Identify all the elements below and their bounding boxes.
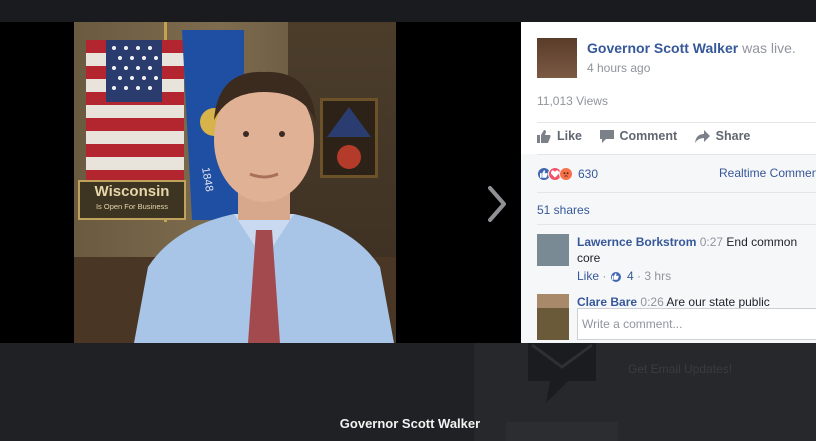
video-stage: 1848 Wisconsin Is Open For Business <box>0 22 521 343</box>
comment-video-time[interactable]: 0:27 <box>700 235 723 249</box>
post-author-line: Governor Scott Walker was live. <box>587 40 796 56</box>
comment-age[interactable]: 3 hrs <box>644 269 671 283</box>
post-timestamp[interactable]: 4 hours ago <box>587 61 650 75</box>
video-player[interactable]: 1848 Wisconsin Is Open For Business <box>74 22 396 343</box>
comment-like-button[interactable]: Like <box>577 269 599 283</box>
post-status-text: was live. <box>742 40 796 56</box>
avatar <box>537 308 569 340</box>
comment-label: Comment <box>619 129 678 143</box>
thumbs-up-icon <box>537 129 551 143</box>
comment-meta: Like · 4 · 3 hrs <box>577 269 672 283</box>
post-side-panel: Governor Scott Walker was live. 4 hours … <box>521 22 816 343</box>
comment-item: Clare Bare 0:26 Are our state public <box>537 294 816 308</box>
comment-author[interactable]: Clare Bare <box>577 295 637 308</box>
divider <box>537 122 816 123</box>
page-title: Governor Scott Walker <box>339 416 481 431</box>
like-reaction-icon <box>609 270 622 283</box>
angry-reaction-icon <box>559 167 573 181</box>
shares-link[interactable]: 51 shares <box>537 203 590 217</box>
share-button[interactable]: Share <box>694 129 751 143</box>
like-label: Like <box>557 129 583 143</box>
share-arrow-icon <box>694 129 710 143</box>
avatar[interactable] <box>537 38 577 78</box>
share-label: Share <box>715 129 751 143</box>
divider <box>537 224 816 225</box>
comment-video-time[interactable]: 0:26 <box>640 295 663 308</box>
views-count: 11,013 Views <box>537 94 608 108</box>
comment-body: Lawernce Borkstrom 0:27 End common core <box>577 234 816 266</box>
post-actions: Like Comment Share <box>537 129 764 147</box>
email-updates-label: Get Email Updates! <box>628 362 733 376</box>
chevron-right-icon[interactable] <box>484 184 510 224</box>
comment-text: Are our state public <box>666 295 770 308</box>
envelope-icon <box>528 343 596 403</box>
reaction-count: 630 <box>578 167 599 181</box>
post-author-link[interactable]: Governor Scott Walker <box>587 40 738 56</box>
comment-button[interactable]: Comment <box>599 129 678 143</box>
comment-like-count[interactable]: 4 <box>627 269 634 283</box>
speaker-figure <box>134 71 394 343</box>
avatar[interactable] <box>537 234 569 266</box>
realtime-comments-link[interactable]: Realtime Comments <box>719 166 816 180</box>
divider <box>537 192 816 193</box>
reactions-summary[interactable]: 630 <box>537 165 598 183</box>
page-top-bar <box>0 0 816 22</box>
comment-author[interactable]: Lawernce Borkstrom <box>577 235 696 249</box>
divider <box>537 154 816 155</box>
like-button[interactable]: Like <box>537 129 582 143</box>
avatar[interactable] <box>537 294 569 308</box>
comment-item: Lawernce Borkstrom 0:27 End common core … <box>537 234 816 290</box>
post-header: Governor Scott Walker was live. 4 hours … <box>537 38 816 78</box>
comment-body: Clare Bare 0:26 Are our state public <box>577 294 816 308</box>
comment-input[interactable] <box>577 308 816 340</box>
comment-composer <box>537 308 816 340</box>
speech-bubble-icon <box>599 129 614 143</box>
